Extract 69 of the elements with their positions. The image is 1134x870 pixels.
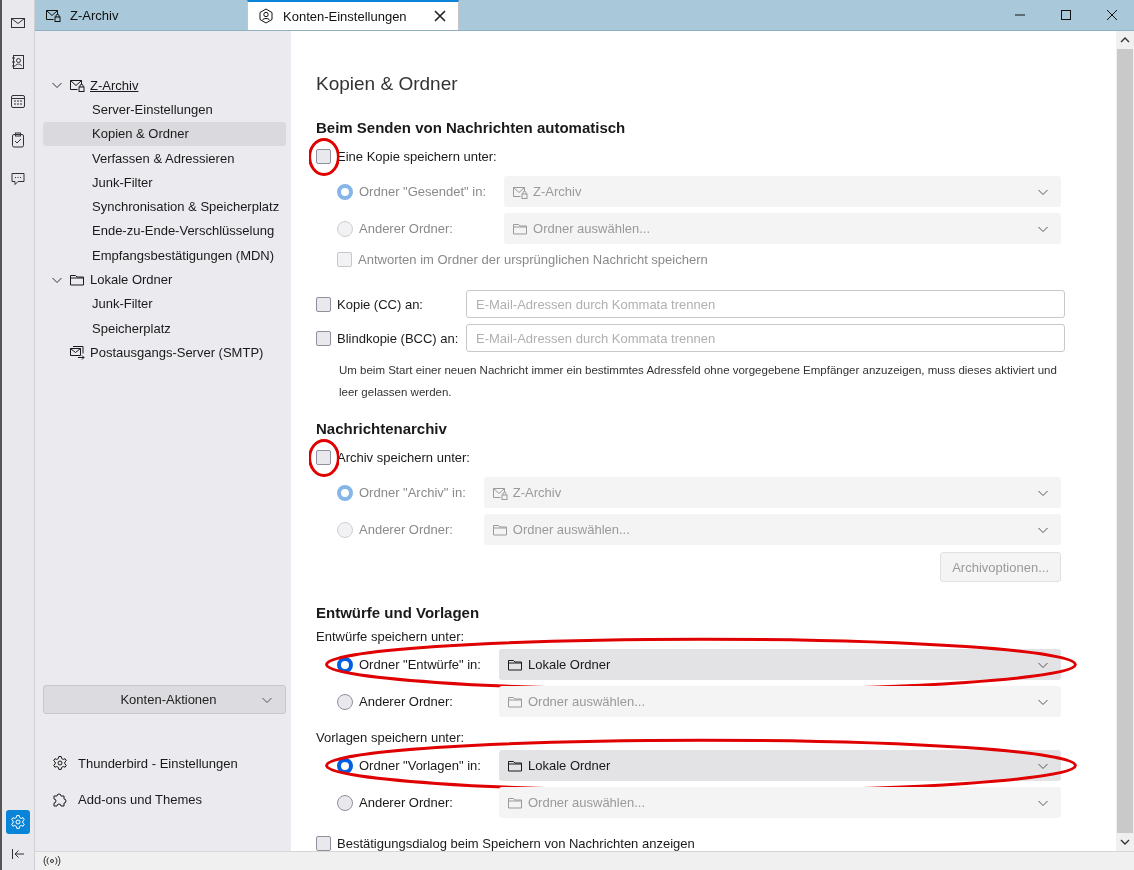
address-book-icon[interactable] [10, 54, 26, 70]
scrollbar-thumb[interactable] [1117, 49, 1133, 833]
radio-label: Ordner "Vorlagen" in: [359, 758, 481, 773]
calendar-icon[interactable] [10, 93, 26, 109]
radio-label: Ordner "Archiv" in: [359, 485, 466, 500]
radio-label: Anderer Ordner: [359, 795, 453, 810]
sidebar-item[interactable]: Junk-Filter [43, 170, 286, 195]
group-caption: Vorlagen speichern unter: [316, 730, 466, 745]
outbox-icon [69, 344, 85, 361]
mail-lock-icon [69, 77, 85, 94]
radio-label: Anderer Ordner: [359, 522, 453, 537]
maximize-icon[interactable] [1060, 9, 1072, 21]
scroll-up-icon[interactable] [1120, 35, 1130, 45]
sidebar-item[interactable]: Verfassen & Adressieren [43, 145, 286, 171]
settings-icon [52, 755, 68, 771]
mail-icon[interactable] [10, 15, 26, 31]
email-input-field[interactable]: E-Mail-Adressen durch Kommata trennen [466, 324, 1065, 352]
sidebar-item[interactable]: Empfangsbestätigungen (MDN) [43, 243, 286, 268]
tab[interactable]: Z-Archiv [35, 0, 247, 30]
folder-dropdown[interactable]: Lokale Ordner [498, 750, 1061, 781]
sidebar-item[interactable]: Postausgangs-Server (SMTP) [43, 340, 286, 365]
sidebar-item[interactable]: Synchronisation & Speicherplatz [43, 194, 286, 219]
section-heading: Nachrichtenarchiv [316, 420, 448, 437]
group-caption: Entwürfe speichern unter: [316, 629, 466, 644]
sidebar-item[interactable]: Lokale Ordner [43, 267, 286, 292]
radio-button[interactable] [337, 794, 353, 811]
sidebar-item[interactable]: Z-Archiv [43, 73, 286, 98]
puzzle-icon [52, 791, 68, 807]
activity-icon[interactable] [43, 855, 61, 867]
radio-label: Anderer Ordner: [359, 221, 453, 236]
checkbox[interactable] [316, 449, 331, 465]
section-heading: Entwürfe und Vorlagen [316, 604, 481, 621]
settings-icon [10, 814, 26, 830]
checkbox[interactable] [316, 835, 331, 851]
checkbox[interactable] [316, 296, 331, 312]
sidebar-item[interactable]: Junk-Filter [43, 291, 286, 316]
checkbox-label: Kopie (CC) an: [337, 296, 423, 312]
page-title: Kopien & Ordner [316, 73, 459, 95]
checkbox-label: Blindkopie (BCC) an: [337, 330, 459, 346]
close-icon[interactable] [1106, 9, 1118, 21]
radio-button[interactable] [337, 693, 353, 710]
email-input-field[interactable]: E-Mail-Adressen durch Kommata trennen [466, 290, 1065, 318]
radio-label: Anderer Ordner: [359, 694, 453, 709]
account-icon [258, 8, 274, 24]
chat-icon[interactable] [10, 171, 26, 187]
mail-lock-icon [45, 7, 61, 23]
sidebar-link[interactable]: Thunderbird - Einstellungen [52, 754, 286, 772]
scrollbar[interactable] [1116, 31, 1134, 851]
folder-dropdown[interactable]: Lokale Ordner [498, 649, 1061, 680]
sidebar-item[interactable]: Speicherplatz [43, 315, 286, 341]
section-heading: Beim Senden von Nachrichten automatisch [316, 119, 627, 136]
account-actions-button[interactable]: Konten-Aktionen [43, 685, 286, 714]
collapse-icon[interactable] [10, 846, 26, 862]
checkbox-label: Bestätigungsdialog beim Speichern von Nachrichten anzeigen [337, 835, 695, 851]
sidebar-item[interactable]: Server-Einstellungen [43, 97, 286, 122]
close-icon[interactable] [434, 10, 446, 22]
sidebar-item[interactable]: Kopien & Ordner [43, 121, 286, 146]
clipboard-check-icon[interactable] [10, 132, 26, 148]
checkbox[interactable] [316, 330, 331, 346]
scroll-down-icon[interactable] [1120, 837, 1130, 847]
checkbox-label: Archiv speichern unter: [337, 449, 470, 465]
radio-label: Ordner "Entwürfe" in: [359, 657, 481, 672]
checkbox[interactable] [316, 148, 331, 164]
radio-label: Ordner "Gesendet" in: [359, 184, 487, 199]
checkbox-label: Antworten im Ordner der ursprünglichen Nachricht speichern [358, 251, 708, 267]
hint-text: Um beim Start einer neuen Nachricht immer ein bestimmtes Adressfeld ohne vorgegebene Empfänger anzuzeigen, muss dieses aktiviert und leer gelassen werden. [339, 363, 1058, 400]
sidebar-item[interactable]: Ende-zu-Ende-Verschlüsselung [43, 218, 286, 244]
sidebar-link[interactable]: Add-ons und Themes [52, 790, 286, 808]
tab[interactable]: Konten-Einstellungen [247, 0, 459, 30]
